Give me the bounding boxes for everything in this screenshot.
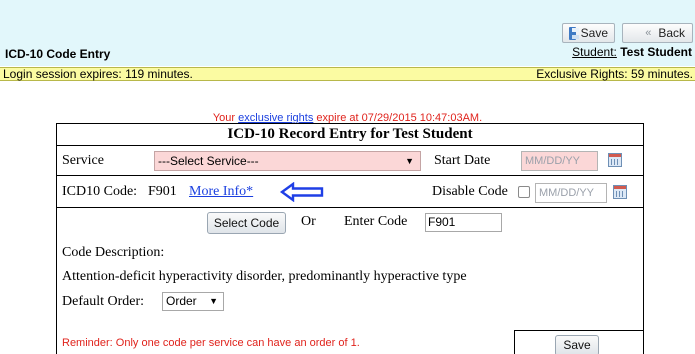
- select-code-button[interactable]: Select Code: [207, 212, 286, 234]
- page-title: ICD-10 Code Entry: [5, 47, 111, 61]
- session-bar: Login session expires: 119 minutes. Excl…: [0, 67, 695, 81]
- save-button-label: Save: [580, 26, 608, 40]
- more-info-link[interactable]: More Info*: [189, 184, 253, 200]
- start-date-label: Start Date: [434, 153, 491, 168]
- calendar-icon[interactable]: [608, 153, 622, 167]
- service-select[interactable]: ---Select Service--- ▼: [154, 151, 421, 171]
- student-info: Student: Test Student: [572, 45, 692, 59]
- floppy-disk-icon: [569, 26, 579, 40]
- service-row: Service ---Select Service--- ▼ Start Dat…: [57, 147, 643, 176]
- service-label: Service: [62, 153, 104, 168]
- code-entry-row: Select Code Or Enter Code F901: [57, 209, 643, 235]
- disable-code-label: Disable Code: [432, 184, 508, 199]
- student-name: Test Student: [620, 45, 692, 59]
- chevron-down-icon: ▼: [405, 156, 414, 166]
- icd-code-value: F901: [148, 184, 177, 199]
- order-reminder: Reminder: Only one code per service can …: [62, 337, 360, 349]
- order-chevron-down-icon: ▼: [209, 296, 218, 306]
- save-cell: Save: [514, 330, 643, 354]
- default-order-value: Order: [166, 294, 197, 308]
- top-header: Save « Back ICD-10 Code Entry Student: T…: [0, 0, 695, 66]
- exclusive-rights-text: Exclusive Rights: 59 minutes.: [536, 67, 693, 81]
- enter-code-input[interactable]: F901: [425, 213, 502, 232]
- or-label: Or: [301, 214, 316, 229]
- student-link[interactable]: Student:: [572, 45, 617, 59]
- enter-code-label: Enter Code: [344, 214, 408, 229]
- login-session-text: Login session expires: 119 minutes.: [3, 67, 193, 81]
- disable-code-checkbox[interactable]: [518, 186, 530, 198]
- back-button[interactable]: « Back: [622, 23, 693, 43]
- code-description-text: Attention-deficit hyperactivity disorder…: [62, 269, 467, 284]
- disable-calendar-icon[interactable]: [613, 185, 627, 199]
- service-select-value: ---Select Service---: [158, 154, 259, 168]
- icd-code-row: ICD10 Code: F901 More Info* Disable Code…: [57, 177, 643, 208]
- icd-code-label: ICD10 Code:: [62, 184, 138, 199]
- save-button[interactable]: Save: [555, 335, 599, 354]
- disable-date-input[interactable]: MM/DD/YY: [535, 183, 607, 203]
- default-order-label: Default Order:: [62, 294, 145, 309]
- back-button-label: Back: [658, 26, 685, 40]
- arrow-left-icon: [279, 182, 324, 202]
- default-order-select[interactable]: Order ▼: [162, 292, 224, 311]
- chevron-left-icon: «: [645, 27, 652, 39]
- start-date-input[interactable]: MM/DD/YY: [521, 151, 598, 171]
- icd10-entry-form: ICD-10 Record Entry for Test Student Ser…: [56, 123, 644, 354]
- code-description-label: Code Description:: [62, 245, 165, 260]
- form-title: ICD-10 Record Entry for Test Student: [57, 124, 643, 146]
- save-button-top[interactable]: Save: [562, 23, 615, 43]
